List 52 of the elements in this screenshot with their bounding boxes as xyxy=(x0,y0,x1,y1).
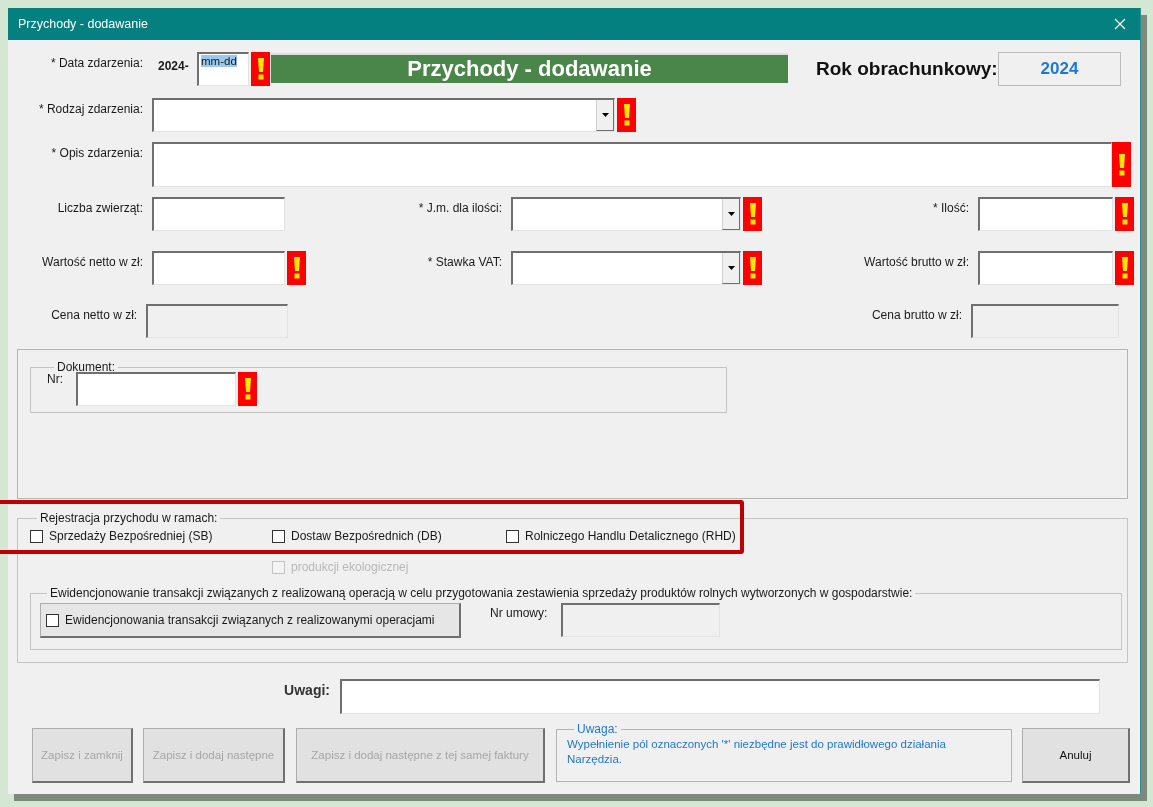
field-label: Cena brutto w zł: xyxy=(870,307,962,322)
input-field[interactable] xyxy=(340,679,1100,714)
combo-box[interactable] xyxy=(152,98,615,132)
field-label: * Ilość: xyxy=(932,200,969,215)
dropdown-button[interactable] xyxy=(596,100,614,131)
text-area[interactable] xyxy=(152,142,1112,187)
field-label: Wartość brutto w zł: xyxy=(863,254,969,269)
field-label: Uwagi: xyxy=(283,681,331,698)
form-banner: Przychody - dodawanie xyxy=(271,53,788,83)
input-field[interactable] xyxy=(152,251,285,285)
input-field[interactable] xyxy=(76,372,236,406)
group-label: Ewidencjonowanie transakcji związanych z realizowaną operacją w celu przygotowania zestawienia sprzedaży produktów rolnych wytworzonych w gospodarstwie: xyxy=(49,586,914,600)
field-label: Wartość netto w zł: xyxy=(41,254,143,269)
caret-icon xyxy=(727,266,735,270)
checkbox[interactable] xyxy=(46,613,59,627)
field-label: * J.m. dla ilości: xyxy=(417,200,502,215)
caret-icon xyxy=(727,212,735,216)
field-label: Nr umowy: xyxy=(490,605,549,620)
group-label: Uwaga: xyxy=(576,722,619,736)
checkbox[interactable] xyxy=(30,529,43,543)
cancel-button[interactable]: Anuluj xyxy=(1022,728,1130,783)
group-label: Dokument: xyxy=(56,360,117,374)
combo-box[interactable] xyxy=(511,251,741,285)
fiscal-year-value: 2024 xyxy=(998,52,1121,86)
fiscal-year-label: Rok obrachunkowy: xyxy=(816,57,998,80)
field-label: Nr: xyxy=(47,372,64,386)
input-field[interactable] xyxy=(152,197,285,231)
field-label: * Data zdarzenia: xyxy=(49,55,143,70)
checkbox[interactable] xyxy=(272,529,285,543)
checkbox-label[interactable]: Sprzedaży Bezpośredniej (SB) xyxy=(49,529,213,543)
window-title: Przychody - dodawanie xyxy=(18,17,148,31)
field-label: * Rodzaj zdarzenia: xyxy=(37,101,143,116)
field-label: * Opis zdarzenia: xyxy=(50,145,143,160)
field-label: Liczba zwierząt: xyxy=(56,200,143,215)
close-icon[interactable] xyxy=(1114,18,1126,30)
checkbox-label: produkcji ekologicznej xyxy=(291,560,409,574)
combo-box[interactable] xyxy=(511,197,741,231)
checkbox[interactable] xyxy=(506,529,519,543)
group-label: Rejestracja przychodu w ramach: xyxy=(39,511,219,525)
notice-text: Wypełnienie pól oznaczonych '*' niezbędne jest do prawidłowego działania Narzędzia. xyxy=(567,737,947,767)
dropdown-button[interactable] xyxy=(722,253,740,284)
input-field[interactable] xyxy=(978,251,1113,285)
date-field[interactable]: mm-dd xyxy=(197,52,249,86)
dropdown-button[interactable] xyxy=(722,199,740,230)
checkbox-label[interactable]: Dostaw Bezpośrednich (DB) xyxy=(291,529,442,543)
caret-icon xyxy=(601,113,609,117)
input-field[interactable] xyxy=(978,197,1113,231)
checkbox-label[interactable]: Rolniczego Handlu Detalicznego (RHD) xyxy=(525,529,736,543)
field-label: * Stawka VAT: xyxy=(426,254,502,269)
year-prefix: 2024- xyxy=(158,58,190,73)
field-label: Cena netto w zł: xyxy=(50,307,138,322)
toggle-button[interactable]: Ewidencjonowania transakcji związanych z realizowanymi operacjami xyxy=(40,603,461,638)
